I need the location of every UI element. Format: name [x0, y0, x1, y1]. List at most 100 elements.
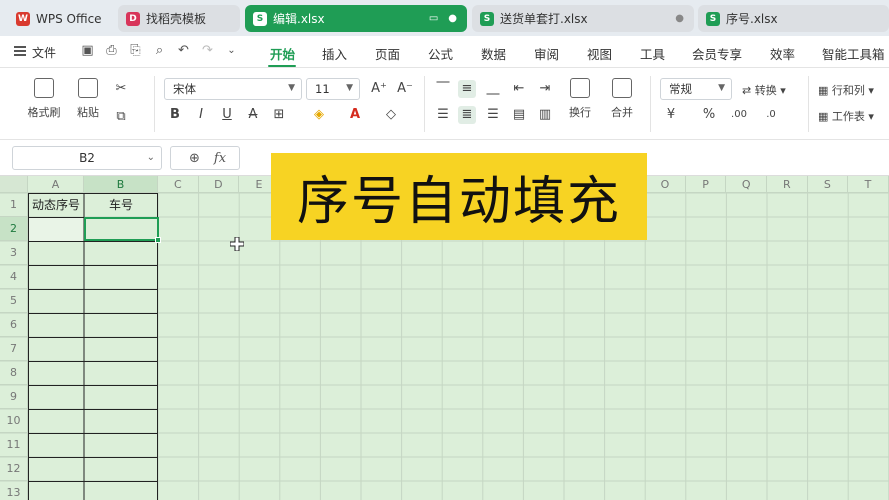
tab-dot-icon[interactable]: ● — [675, 13, 684, 24]
menu-efficiency[interactable]: 效率 — [770, 44, 795, 63]
font-name-select[interactable]: 宋体 ▼ — [164, 78, 302, 100]
underline-icon[interactable]: U — [218, 106, 236, 124]
paste-button[interactable]: 粘贴 — [68, 78, 108, 120]
clear-format-icon[interactable]: ◇ — [382, 106, 400, 124]
selected-cell-b2[interactable] — [84, 217, 161, 243]
rows-columns-button[interactable]: ▦ 行和列 ▾ — [818, 82, 874, 98]
export-pdf-icon[interactable]: ⎙ — [104, 44, 119, 58]
row-header-12[interactable]: 12 — [0, 457, 28, 481]
percent-icon[interactable]: % — [700, 106, 718, 124]
copy-icon[interactable]: ⧉ — [112, 108, 130, 126]
row-header-6[interactable]: 6 — [0, 313, 28, 337]
cell-b1[interactable]: 车号 — [84, 193, 158, 217]
tab-delivery-note-xlsx[interactable]: S 送货单套打.xlsx ● — [472, 5, 694, 32]
tab-bar: W WPS Office D 找稻壳模板 S 编辑.xlsx ▭ ● S 送货单… — [0, 0, 889, 36]
bold-icon[interactable]: B — [166, 106, 184, 124]
decrease-font-icon[interactable]: A⁻ — [396, 80, 414, 98]
justify-icon[interactable]: ▤ — [510, 106, 528, 124]
row-header-3[interactable]: 3 — [0, 241, 28, 265]
hamburger-menu-icon[interactable] — [14, 44, 26, 58]
cut-icon[interactable]: ✂ — [112, 80, 130, 98]
align-top-icon[interactable]: ⎺ — [434, 80, 452, 98]
undo-icon[interactable]: ↶ — [176, 44, 191, 58]
row-header-13[interactable]: 13 — [0, 481, 28, 500]
row-header-11[interactable]: 11 — [0, 433, 28, 457]
menu-smart-toolbox[interactable]: 智能工具箱 — [822, 44, 885, 63]
wrap-text-button[interactable]: 换行 — [560, 78, 600, 120]
column-header-r[interactable]: R — [767, 176, 808, 193]
row-header-2[interactable]: 2 — [0, 217, 28, 241]
align-right-icon[interactable]: ☰ — [484, 106, 502, 124]
font-size-select[interactable]: 11 ▼ — [306, 78, 360, 100]
font-color-icon[interactable]: A — [346, 106, 364, 124]
row-header-7[interactable]: 7 — [0, 337, 28, 361]
menu-page[interactable]: 页面 — [375, 44, 400, 63]
column-header-p[interactable]: P — [685, 176, 727, 193]
print-preview-icon[interactable]: ⌕ — [152, 44, 167, 58]
italic-icon[interactable]: I — [192, 106, 210, 124]
column-header-t[interactable]: T — [848, 176, 889, 193]
align-center-icon[interactable]: ≣ — [458, 106, 476, 124]
menu-formula[interactable]: 公式 — [428, 44, 453, 63]
fill-color-icon[interactable]: ◈ — [310, 106, 328, 124]
cell-a1[interactable]: 动态序号 — [28, 193, 84, 217]
menu-insert[interactable]: 插入 — [322, 44, 347, 63]
unsaved-dot-icon[interactable]: ● — [448, 13, 457, 24]
menu-view[interactable]: 视图 — [587, 44, 612, 63]
number-format-select[interactable]: 常规 ▼ — [660, 78, 732, 100]
fill-handle[interactable] — [155, 237, 161, 243]
menu-data[interactable]: 数据 — [481, 44, 506, 63]
column-header-d[interactable]: D — [198, 176, 240, 193]
save-icon[interactable]: ▣ — [80, 44, 95, 58]
insert-function-button[interactable]: fx — [214, 151, 226, 166]
tab-sequence-xlsx[interactable]: S 序号.xlsx — [698, 5, 889, 32]
align-middle-icon[interactable]: ≡ — [458, 80, 476, 98]
column-header-a[interactable]: A — [28, 176, 84, 193]
row-header-10[interactable]: 10 — [0, 409, 28, 433]
format-painter-button[interactable]: 格式刷 — [24, 78, 64, 120]
convert-button[interactable]: ⇄ 转换 ▾ — [742, 82, 786, 98]
active-menu-indicator — [268, 65, 296, 67]
column-header-c[interactable]: C — [158, 176, 199, 193]
merge-cells-button[interactable]: 合并 — [602, 78, 642, 120]
currency-icon[interactable]: ¥ — [662, 106, 680, 124]
monitor-icon[interactable]: ▭ — [429, 13, 438, 24]
align-left-icon[interactable]: ☰ — [434, 106, 452, 124]
chevron-down-icon[interactable]: ⌄ — [224, 44, 239, 58]
decimal-increase-icon[interactable]: .00 — [730, 106, 748, 124]
tab-docer-templates[interactable]: D 找稻壳模板 — [118, 5, 240, 32]
menu-tools[interactable]: 工具 — [640, 44, 665, 63]
spreadsheet-icon: S — [706, 11, 720, 26]
indent-increase-icon[interactable]: ⇥ — [536, 80, 554, 98]
wps-logo-icon: W — [16, 11, 30, 26]
menu-review[interactable]: 审阅 — [534, 44, 559, 63]
redo-icon[interactable]: ↷ — [200, 44, 215, 58]
menu-home[interactable]: 开始 — [270, 44, 295, 63]
select-all-corner[interactable] — [0, 176, 28, 193]
zoom-search-icon[interactable]: ⊕ — [189, 151, 200, 166]
decimal-decrease-icon[interactable]: .0 — [762, 106, 780, 124]
indent-decrease-icon[interactable]: ⇤ — [510, 80, 528, 98]
row-header-8[interactable]: 8 — [0, 361, 28, 385]
worksheet-button[interactable]: ▦ 工作表 ▾ — [818, 108, 874, 124]
name-box[interactable]: B2 ⌄ — [12, 146, 162, 170]
column-header-s[interactable]: S — [807, 176, 849, 193]
column-header-q[interactable]: Q — [726, 176, 767, 193]
column-header-b[interactable]: B — [84, 176, 158, 193]
strikethrough-icon[interactable]: A — [244, 106, 262, 124]
row-header-1[interactable]: 1 — [0, 193, 28, 217]
row-header-5[interactable]: 5 — [0, 289, 28, 313]
column-header-o[interactable]: O — [645, 176, 686, 193]
align-bottom-icon[interactable]: ⎽ — [484, 80, 502, 98]
file-menu[interactable]: 文件 — [32, 44, 56, 61]
chevron-down-icon: ⌄ — [146, 152, 155, 163]
distribute-icon[interactable]: ▥ — [536, 106, 554, 124]
print-icon[interactable]: ⎘ — [128, 44, 143, 58]
tab-wps-office[interactable]: W WPS Office — [8, 5, 112, 32]
row-header-4[interactable]: 4 — [0, 265, 28, 289]
increase-font-icon[interactable]: A⁺ — [370, 80, 388, 98]
tab-edit-xlsx[interactable]: S 编辑.xlsx ▭ ● — [245, 5, 467, 32]
menu-member[interactable]: 会员专享 — [692, 44, 742, 63]
border-icon[interactable]: ⊞ — [270, 106, 288, 124]
row-header-9[interactable]: 9 — [0, 385, 28, 409]
